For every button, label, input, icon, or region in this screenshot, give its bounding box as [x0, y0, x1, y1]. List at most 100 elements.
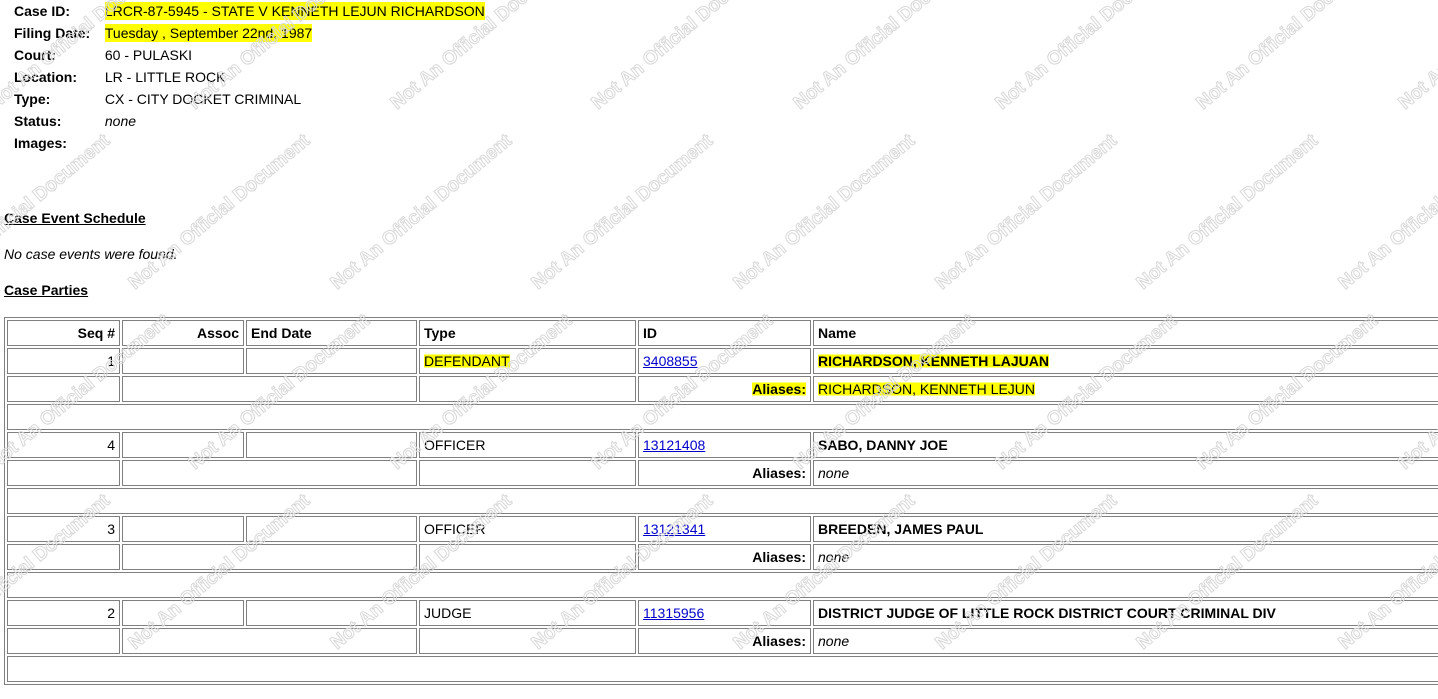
party-id-cell: 13121341: [638, 516, 811, 542]
watermark-text: Not An Official Document: [992, 0, 1182, 114]
alias-value-text: RICHARDSON, KENNETH LEJUN: [818, 381, 1036, 397]
location-label: Location:: [14, 69, 77, 85]
party-assoc: [122, 432, 244, 458]
watermark-text: Not An Official Document: [327, 130, 517, 294]
spacer-row: [7, 656, 1438, 682]
party-seq: 3: [7, 516, 120, 542]
images-label: Images:: [14, 135, 67, 151]
alias-empty-cell: [419, 460, 636, 486]
alias-empty-cell: [7, 460, 120, 486]
header-assoc: Assoc: [122, 320, 244, 346]
location-value: LR - LITTLE ROCK: [104, 69, 226, 85]
type-row: Type: CX - CITY DOCKET CRIMINAL: [14, 88, 485, 110]
alias-empty-cell: [419, 628, 636, 654]
party-type: OFFICER: [419, 516, 636, 542]
spacer-cell: [7, 572, 1438, 598]
party-type-text: DEFENDANT: [424, 353, 510, 369]
party-name-text: RICHARDSON, KENNETH LAJUAN: [818, 353, 1050, 369]
type-label: Type:: [14, 91, 51, 107]
filing-date-value: Tuesday , September 22nd, 1987: [104, 22, 313, 44]
party-id-cell: 13121408: [638, 432, 811, 458]
case-parties-table: Seq # Assoc End Date Type ID Name 1 DEFE…: [4, 317, 1438, 685]
spacer-cell: [7, 656, 1438, 682]
party-assoc: [122, 600, 244, 626]
images-row: Images:: [14, 132, 485, 154]
court-value: 60 - PULASKI: [104, 47, 193, 63]
aliases-label: Aliases:: [638, 544, 811, 570]
alias-empty-cell: [7, 376, 120, 402]
alias-empty-cell: [7, 628, 120, 654]
party-type: DEFENDANT: [419, 348, 636, 374]
party-name: RICHARDSON, KENNETH LAJUAN: [813, 348, 1438, 374]
spacer-row: [7, 488, 1438, 514]
alias-empty-cell: [7, 544, 120, 570]
alias-value: RICHARDSON, KENNETH LEJUN: [813, 376, 1438, 402]
case-id-value: LRCR-87-5945 - STATE V KENNETH LEJUN RIC…: [104, 0, 485, 22]
table-header-row: Seq # Assoc End Date Type ID Name: [7, 320, 1438, 346]
watermark-text: Not An Official Document: [1193, 0, 1383, 114]
filing-date-row: Filing Date: Tuesday , September 22nd, 1…: [14, 22, 485, 44]
party-seq: 2: [7, 600, 120, 626]
party-name: DISTRICT JUDGE OF LITTLE ROCK DISTRICT C…: [813, 600, 1438, 626]
alias-empty-cell: [122, 628, 417, 654]
party-end-date: [246, 600, 417, 626]
case-parties-title: Case Parties: [4, 282, 89, 298]
watermark-text: Not An Official Document: [125, 130, 315, 294]
aliases-label: Aliases:: [638, 376, 811, 402]
spacer-row: [7, 572, 1438, 598]
spacer-row: [7, 404, 1438, 430]
watermark-text: Not An Official Document: [1133, 130, 1323, 294]
party-type: JUDGE: [419, 600, 636, 626]
party-name: BREEDEN, JAMES PAUL: [813, 516, 1438, 542]
case-header: Case ID: LRCR-87-5945 - STATE V KENNETH …: [14, 0, 485, 154]
party-assoc: [122, 516, 244, 542]
spacer-cell: [7, 404, 1438, 430]
party-id-link[interactable]: 11315956: [643, 605, 704, 621]
status-value: none: [104, 113, 137, 129]
header-type: Type: [419, 320, 636, 346]
no-case-events-text: No case events were found.: [4, 246, 178, 262]
type-value: CX - CITY DOCKET CRIMINAL: [104, 91, 302, 107]
aliases-label: Aliases:: [638, 628, 811, 654]
watermark-text: Not An Official Document: [932, 130, 1122, 294]
alias-empty-cell: [122, 460, 417, 486]
table-row: 4 OFFICER 13121408 SABO, DANNY JOE: [7, 432, 1438, 458]
party-id-link[interactable]: 3408855: [643, 353, 698, 369]
watermark-text: Not An Official Document: [1335, 130, 1438, 294]
party-assoc: [122, 348, 244, 374]
alias-empty-cell: [122, 376, 417, 402]
header-end-date: End Date: [246, 320, 417, 346]
party-end-date: [246, 432, 417, 458]
case-event-schedule-title: Case Event Schedule: [4, 210, 146, 226]
party-id-cell: 3408855: [638, 348, 811, 374]
case-id-row: Case ID: LRCR-87-5945 - STATE V KENNETH …: [14, 0, 485, 22]
alias-empty-cell: [122, 544, 417, 570]
watermark-text: Not An Official Document: [588, 0, 778, 114]
alias-empty-cell: [419, 376, 636, 402]
header-id: ID: [638, 320, 811, 346]
aliases-label: Aliases:: [638, 460, 811, 486]
party-seq: 4: [7, 432, 120, 458]
watermark-text: Not An Official Document: [730, 130, 920, 294]
court-row: Court: 60 - PULASKI: [14, 44, 485, 66]
party-id-link[interactable]: 13121408: [643, 437, 705, 453]
watermark-text: Not An Official Document: [1395, 0, 1438, 114]
status-row: Status: none: [14, 110, 485, 132]
party-id-cell: 11315956: [638, 600, 811, 626]
party-end-date: [246, 516, 417, 542]
court-label: Court:: [14, 47, 56, 63]
watermark-text: Not An Official Document: [528, 130, 718, 294]
alias-empty-cell: [419, 544, 636, 570]
alias-value: none: [813, 628, 1438, 654]
header-name: Name: [813, 320, 1438, 346]
party-name: SABO, DANNY JOE: [813, 432, 1438, 458]
alias-row: Aliases: none: [7, 460, 1438, 486]
table-row: 3 OFFICER 13121341 BREEDEN, JAMES PAUL: [7, 516, 1438, 542]
party-id-link[interactable]: 13121341: [643, 521, 705, 537]
status-label: Status:: [14, 113, 62, 129]
party-seq: 1: [7, 348, 120, 374]
aliases-label-text: Aliases:: [752, 381, 806, 397]
watermark-text: Not An Official Document: [790, 0, 980, 114]
spacer-cell: [7, 488, 1438, 514]
party-end-date: [246, 348, 417, 374]
